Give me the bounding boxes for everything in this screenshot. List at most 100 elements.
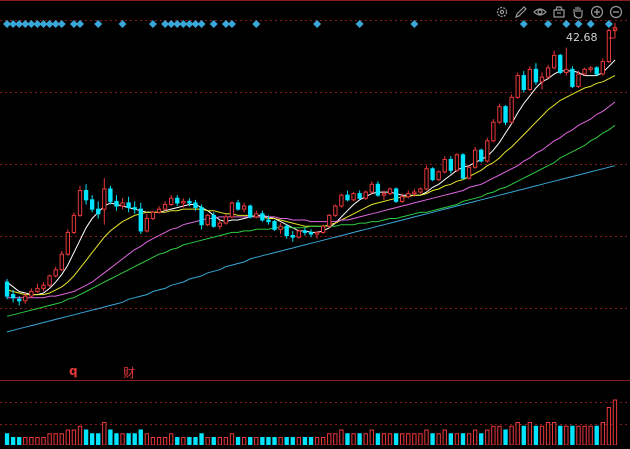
up-candle — [527, 66, 533, 92]
ma10-line — [6, 75, 616, 296]
volume-bar — [181, 437, 186, 446]
candle-body — [466, 166, 472, 179]
candle-body — [235, 202, 241, 210]
volume-bar — [41, 437, 46, 446]
up-candle — [217, 220, 222, 230]
candle-body — [17, 298, 22, 302]
up-candle — [241, 202, 247, 213]
down-candle — [521, 70, 526, 93]
zoom-out-button[interactable] — [607, 3, 624, 20]
up-candle — [436, 170, 441, 182]
volume-bar — [29, 437, 34, 446]
candle-body — [503, 106, 508, 123]
pan-button[interactable] — [569, 3, 586, 20]
volume-bar — [241, 437, 247, 446]
candle-body — [126, 202, 131, 209]
candle-body — [479, 149, 484, 162]
up-candle — [454, 153, 460, 172]
volume-bar — [381, 433, 387, 446]
volume-bar — [375, 433, 381, 446]
event-diamond-icon — [313, 20, 322, 28]
volume-bar — [576, 425, 581, 446]
candle-body — [150, 211, 156, 219]
draw-button[interactable] — [512, 3, 529, 20]
volume-bar — [369, 429, 374, 446]
moving-average-lines — [6, 59, 616, 333]
candle-body — [606, 30, 612, 63]
candle-body — [266, 219, 271, 223]
volume-bar — [442, 429, 447, 446]
candle-body — [491, 121, 496, 142]
volume-bar — [527, 422, 533, 446]
volume-bar — [466, 433, 472, 446]
candle-body — [254, 213, 259, 218]
down-candle — [272, 220, 277, 231]
volume-bar — [509, 425, 514, 446]
event-diamond-icon — [562, 20, 571, 28]
volume-bar — [515, 422, 520, 446]
up-candle — [296, 229, 302, 239]
candle-body — [108, 188, 113, 202]
candle-body — [533, 68, 539, 83]
up-candle — [387, 187, 393, 196]
candle-body — [65, 231, 71, 255]
volume-bar — [612, 399, 618, 446]
up-candle — [606, 28, 612, 64]
down-candle — [83, 184, 89, 205]
up-candle — [472, 147, 478, 169]
down-candle — [393, 187, 399, 203]
settings-icon — [496, 6, 507, 17]
volume-bar — [23, 437, 28, 446]
basket-icon — [552, 5, 565, 18]
volume-bar — [193, 437, 198, 446]
candle-body — [217, 222, 222, 227]
volume-bar — [126, 433, 131, 446]
volume-bar — [314, 437, 320, 446]
up-candle — [223, 213, 229, 225]
down-candle — [290, 230, 295, 242]
financial-report-marker[interactable]: 财 — [123, 364, 135, 381]
up-candle — [588, 66, 593, 73]
event-diamond-icon — [75, 20, 84, 28]
volume-bar — [150, 437, 156, 446]
visibility-button[interactable] — [531, 3, 548, 20]
candle-body — [515, 75, 520, 98]
settings-button[interactable] — [493, 3, 510, 20]
volume-bar — [47, 433, 52, 446]
volume-bar — [120, 433, 125, 446]
up-candle — [65, 229, 71, 256]
down-candle — [345, 190, 350, 202]
chart-toolbar — [493, 3, 624, 20]
up-candle — [406, 190, 411, 199]
event-diamond-icon — [604, 20, 613, 28]
event-marker-q[interactable]: q — [69, 364, 78, 378]
down-candle — [235, 199, 241, 211]
volume-bar — [454, 433, 460, 446]
event-diamond-icon — [148, 20, 157, 28]
basket-button[interactable] — [550, 3, 567, 20]
volume-bar — [302, 437, 308, 446]
candle-body — [436, 171, 441, 181]
volume-bar — [71, 429, 77, 446]
volume-bar — [539, 425, 545, 446]
up-candle — [418, 187, 423, 194]
volume-bars — [4, 399, 618, 446]
volume-bar — [479, 433, 484, 446]
candlestick-chart[interactable] — [0, 0, 630, 446]
volume-bar — [570, 425, 575, 446]
candle-body — [296, 230, 302, 238]
up-candle — [333, 204, 338, 217]
down-candle — [199, 204, 204, 230]
candle-body — [241, 205, 247, 210]
up-candle — [339, 193, 344, 208]
candle-body — [345, 194, 350, 201]
volume-bar — [406, 433, 411, 446]
up-candle — [424, 165, 429, 191]
zoom-in-button[interactable] — [588, 3, 605, 20]
candle-body — [339, 194, 344, 207]
candle-body — [570, 68, 575, 87]
candle-body — [357, 193, 362, 199]
stock-chart[interactable]: 42.68 q 财 — [0, 0, 630, 446]
candle-body — [223, 216, 229, 224]
ma60-line — [6, 165, 616, 333]
